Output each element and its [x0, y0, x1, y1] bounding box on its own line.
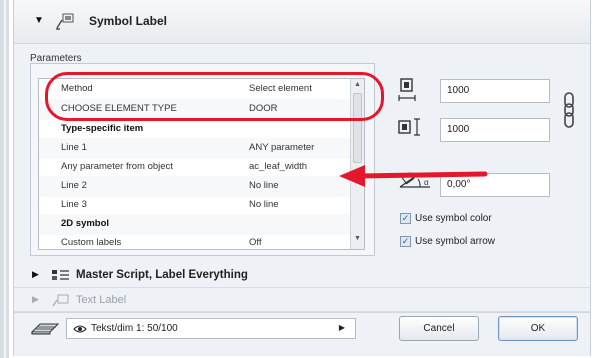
parameter-section-name: Type-specific item — [61, 123, 144, 134]
left-edge-strip — [0, 0, 9, 358]
expand-triangle-icon[interactable]: ▶ — [32, 269, 39, 280]
parameter-row[interactable]: Line 3 No line — [39, 195, 352, 216]
parameter-row[interactable]: Any parameter from object ac_leaf_width — [39, 157, 352, 178]
parameter-name: Line 2 — [61, 180, 87, 191]
cancel-button[interactable]: Cancel — [399, 316, 479, 341]
parameter-row[interactable]: CHOOSE ELEMENT TYPE DOOR — [39, 99, 352, 120]
use-symbol-color-label[interactable]: Use symbol color — [415, 213, 492, 224]
parameter-name: Method — [61, 83, 93, 94]
scroll-up-icon[interactable]: ▲ — [352, 81, 363, 92]
parameter-value[interactable]: DOOR — [249, 103, 278, 114]
width-icon — [398, 78, 416, 107]
label-tool-icon — [54, 11, 76, 34]
layer-dropdown[interactable]: Tekst/dim 1: 50/100 ▶ — [66, 318, 356, 339]
height-icon — [398, 118, 424, 139]
parameter-name: Line 3 — [61, 199, 87, 210]
visibility-eye-icon — [73, 324, 87, 337]
text-label-icon — [52, 293, 70, 310]
symbol-label-header[interactable]: ▼ Symbol Label — [14, 0, 590, 44]
use-symbol-arrow-checkbox[interactable]: ✓ — [400, 236, 411, 247]
use-symbol-color-checkbox[interactable]: ✓ — [400, 213, 411, 224]
parameter-value[interactable]: Select element — [249, 83, 312, 94]
layer-dropdown-value: Tekst/dim 1: 50/100 — [91, 323, 178, 334]
parameter-row[interactable]: Line 2 No line — [39, 176, 352, 197]
parameter-name: Custom labels — [61, 237, 122, 248]
scrollbar-thumb[interactable] — [353, 93, 362, 163]
parameter-row[interactable]: Line 1 ANY parameter — [39, 138, 352, 159]
master-script-icon — [52, 269, 70, 284]
text-label-section[interactable]: ▶ Text Label — [14, 288, 590, 312]
parameter-value[interactable]: Off — [249, 237, 262, 248]
scroll-down-icon[interactable]: ▼ — [352, 235, 363, 246]
master-script-section[interactable]: ▶ Master Script, Label Everything — [14, 262, 590, 288]
parameter-value[interactable]: No line — [249, 199, 279, 210]
parameter-value[interactable]: No line — [249, 180, 279, 191]
expand-triangle-icon[interactable]: ▶ — [32, 294, 39, 305]
parameter-row[interactable]: Method Select element — [39, 79, 352, 100]
text-label-title: Text Label — [76, 294, 127, 306]
master-script-title: Master Script, Label Everything — [76, 269, 248, 281]
chain-link-icon[interactable] — [563, 92, 575, 131]
parameter-name: CHOOSE ELEMENT TYPE — [61, 103, 177, 114]
layer-icon — [30, 320, 60, 339]
parameter-value[interactable]: ac_leaf_width — [249, 161, 307, 172]
panel-title: Symbol Label — [89, 14, 168, 28]
ok-button[interactable]: OK — [498, 316, 578, 341]
parameter-section-name: 2D symbol — [61, 218, 110, 229]
use-symbol-arrow-label[interactable]: Use symbol arrow — [415, 236, 495, 247]
parameter-row[interactable]: Custom labels Off — [39, 233, 352, 249]
parameter-section-row[interactable]: Type-specific item — [39, 119, 352, 140]
width-field[interactable]: 1000 — [440, 79, 550, 103]
collapse-triangle-icon[interactable]: ▼ — [34, 15, 44, 26]
parameter-name: Any parameter from object — [61, 161, 173, 172]
parameter-list[interactable]: Method Select element CHOOSE ELEMENT TYP… — [38, 78, 365, 250]
red-arrow-annotation — [335, 162, 495, 195]
parameter-section-row[interactable]: 2D symbol — [39, 214, 352, 235]
parameter-name: Line 1 — [61, 142, 87, 153]
dropdown-arrow-icon: ▶ — [338, 323, 345, 332]
height-field[interactable]: 1000 — [440, 118, 550, 142]
parameter-value[interactable]: ANY parameter — [249, 142, 314, 153]
